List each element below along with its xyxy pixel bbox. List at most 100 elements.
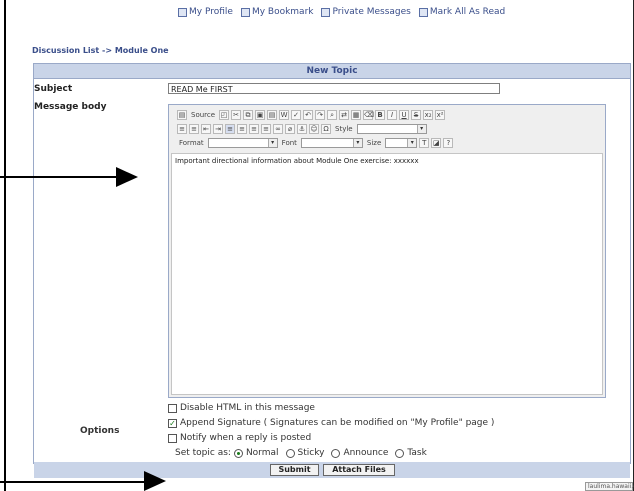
size-label: Size [366,138,382,147]
annotation-arrow-submit-head [144,471,166,491]
topic-type-group: Set topic as: Normal Sticky Announce Tas… [175,448,427,458]
editor-toolbar-row-3: Format ▾ Font ▾ Size ▾ T ◪ ? [177,136,454,149]
rich-text-editor: ▤ Source ◰ ✂ ⧉ ▣ ▤ W ✓ ↶ ↷ ⌕ ⇄ ▦ ⌫ B I U… [168,104,606,398]
numbered-list-icon[interactable]: ≡ [177,123,187,134]
underline-icon[interactable]: U [399,109,410,120]
source-icon[interactable]: ▤ [177,109,187,120]
text-color-icon[interactable]: T [419,137,430,148]
radio-announce[interactable] [331,448,341,458]
paste-word-icon[interactable]: W [279,109,290,120]
remove-format-icon[interactable]: ⌫ [363,109,374,120]
radio-normal[interactable] [233,448,243,458]
source-button[interactable]: Source [191,111,215,119]
chevron-down-icon: ▾ [267,138,277,147]
annotation-arrow-submit-line [0,481,146,483]
paste-text-icon[interactable]: ▤ [267,109,278,120]
my-profile-link[interactable]: My Profile [178,7,233,17]
bookmark-icon [240,7,250,17]
smiley-icon[interactable]: ☺ [309,123,319,134]
set-topic-label: Set topic as: [175,448,231,458]
superscript-icon[interactable]: x² [435,109,446,120]
browser-frame: My Profile My Bookmark Private Messages … [4,0,634,491]
cut-icon[interactable]: ✂ [231,109,242,120]
button-bar: Submit Attach Files [34,462,630,478]
notify-reply-option[interactable]: Notify when a reply is posted [168,433,311,443]
align-right-icon[interactable]: ≡ [249,123,259,134]
notify-reply-checkbox[interactable] [168,433,177,443]
chevron-down-icon: ▾ [352,138,362,147]
options-label: Options [80,426,120,436]
format-label: Format [179,138,204,147]
radio-normal-label: Normal [245,448,279,458]
radio-announce-label: Announce [343,448,389,458]
undo-icon[interactable]: ↶ [303,109,314,120]
my-bookmark-label: My Bookmark [251,7,314,17]
radio-task-label: Task [407,448,427,458]
chevron-down-icon: ▾ [407,138,417,147]
indent-icon[interactable]: ⇥ [213,123,223,134]
paste-icon[interactable]: ▣ [255,109,266,120]
breadcrumb[interactable]: Discussion List -> Module One [32,46,169,55]
editor-toolbar-row-2: ≡ ≡ ⇤ ⇥ ≡ ≡ ≡ ≡ ∞ ⌀ ⚓ ☺ Ω Style ▾ [177,122,427,135]
mark-all-read-link[interactable]: Mark All As Read [418,7,506,17]
append-signature-checkbox[interactable]: ✓ [168,418,177,428]
notify-reply-label: Notify when a reply is posted [180,433,312,443]
style-label: Style [335,124,353,133]
private-messages-label: Private Messages [332,7,411,17]
message-body-textarea[interactable]: Important directional information about … [171,153,603,395]
submit-button[interactable]: Submit [270,464,319,476]
find-icon[interactable]: ⌕ [327,109,338,120]
mark-read-icon [418,7,428,17]
anchor-icon[interactable]: ⚓ [297,123,307,134]
style-select[interactable]: ▾ [356,123,427,134]
copy-icon[interactable]: ⧉ [243,109,254,120]
replace-icon[interactable]: ⇄ [339,109,350,120]
outdent-icon[interactable]: ⇤ [201,123,211,134]
attach-files-button[interactable]: Attach Files [323,464,395,476]
editor-toolbar-row-1: ▤ Source ◰ ✂ ⧉ ▣ ▤ W ✓ ↶ ↷ ⌕ ⇄ ▦ ⌫ B I U… [177,108,446,121]
radio-sticky-label: Sticky [297,448,325,458]
disable-html-label: Disable HTML in this message [180,403,315,413]
top-nav: My Profile My Bookmark Private Messages … [178,7,505,17]
subject-input[interactable]: READ Me FIRST [168,83,500,94]
status-bar-text: laulima.hawaii.ed [585,482,634,491]
bold-icon[interactable]: B [375,109,386,120]
new-topic-panel: New Topic Subject READ Me FIRST Message … [33,63,631,478]
font-select[interactable]: ▾ [300,137,363,148]
help-icon[interactable]: ? [443,137,454,148]
my-profile-label: My Profile [189,7,233,17]
spellcheck-icon[interactable]: ✓ [291,109,302,120]
strike-icon[interactable]: S [411,109,422,120]
profile-icon [178,7,187,17]
italic-icon[interactable]: I [387,109,398,120]
append-signature-label: Append Signature ( Signatures can be mod… [180,418,495,428]
align-left-icon[interactable]: ≡ [225,123,235,134]
link-icon[interactable]: ∞ [273,123,283,134]
format-select[interactable]: ▾ [207,137,278,148]
disable-html-checkbox[interactable] [168,403,177,413]
radio-sticky[interactable] [285,448,295,458]
unlink-icon[interactable]: ⌀ [285,123,295,134]
panel-title: New Topic [34,64,630,79]
append-signature-option[interactable]: ✓ Append Signature ( Signatures can be m… [168,418,494,428]
subscript-icon[interactable]: x₂ [423,109,434,120]
private-messages-link[interactable]: Private Messages [321,7,411,17]
annotation-arrow-body-line [0,176,118,178]
my-bookmark-link[interactable]: My Bookmark [240,7,314,17]
redo-icon[interactable]: ↷ [315,109,326,120]
subject-label: Subject [34,84,73,94]
bg-color-icon[interactable]: ◪ [431,137,442,148]
special-char-icon[interactable]: Ω [321,123,331,134]
align-justify-icon[interactable]: ≡ [261,123,271,134]
preview-icon[interactable]: ◰ [219,109,230,120]
chevron-down-icon: ▾ [416,124,426,133]
select-all-icon[interactable]: ▦ [351,109,362,120]
messages-icon [321,7,331,17]
disable-html-option[interactable]: Disable HTML in this message [168,403,315,413]
radio-task[interactable] [395,448,405,458]
align-center-icon[interactable]: ≡ [237,123,247,134]
annotation-arrow-body-head [116,167,138,187]
mark-all-read-label: Mark All As Read [429,7,506,17]
size-select[interactable]: ▾ [385,137,418,148]
bullet-list-icon[interactable]: ≡ [189,123,199,134]
